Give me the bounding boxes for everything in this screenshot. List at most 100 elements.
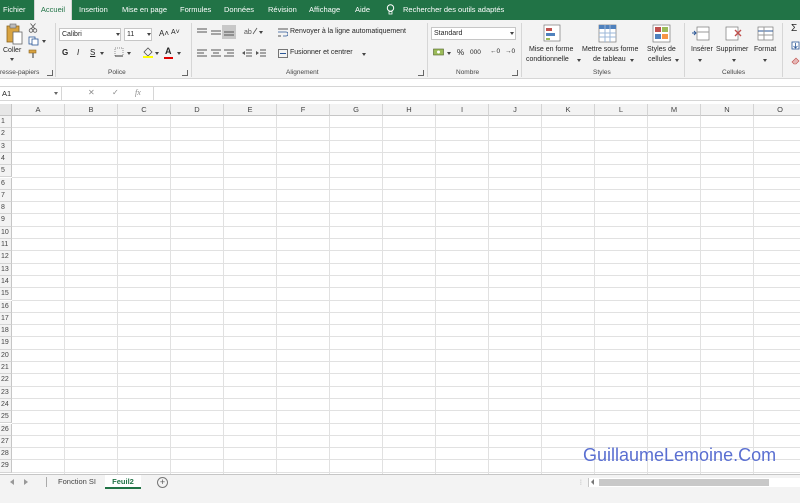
column-header-h[interactable]: H	[383, 104, 436, 116]
sheet-next-icon[interactable]	[24, 479, 28, 485]
format-cells-icon[interactable]	[756, 24, 776, 44]
scroll-left-icon[interactable]	[591, 479, 594, 485]
column-header-d[interactable]: D	[171, 104, 224, 116]
cell-styles-icon[interactable]	[652, 24, 672, 44]
row-header-5[interactable]: 5	[0, 165, 12, 178]
row-header-27[interactable]: 27	[0, 435, 12, 449]
row-header-3[interactable]: 3	[0, 140, 12, 153]
insert-cells-button[interactable]: Insérer	[691, 46, 713, 53]
row-header-10[interactable]: 10	[0, 226, 12, 239]
italic-button[interactable]: I	[77, 48, 79, 57]
paste-icon[interactable]	[5, 23, 23, 45]
copy-dropdown-icon[interactable]	[42, 40, 46, 43]
column-header-a[interactable]: A	[12, 104, 65, 116]
align-center-icon[interactable]	[211, 49, 221, 57]
cell-styles-line1[interactable]: Styles de	[647, 46, 676, 53]
row-header-26[interactable]: 26	[0, 423, 12, 436]
horizontal-scrollbar[interactable]	[588, 478, 800, 487]
row-header-21[interactable]: 21	[0, 362, 12, 375]
decrease-decimal-icon[interactable]: →0	[505, 48, 515, 55]
row-header-9[interactable]: 9	[0, 214, 12, 227]
fill-color-icon[interactable]	[142, 46, 154, 58]
insert-cells-dropdown-icon[interactable]	[698, 59, 702, 62]
cell-styles-dropdown-icon[interactable]	[675, 59, 679, 62]
tab-formules[interactable]: Formules	[180, 0, 211, 20]
conditional-formatting-icon[interactable]	[543, 24, 563, 44]
row-header-2[interactable]: 2	[0, 128, 12, 141]
fill-color-dropdown-icon[interactable]	[155, 52, 159, 55]
row-header-14[interactable]: 14	[0, 275, 12, 289]
accounting-dropdown-icon[interactable]	[447, 52, 451, 55]
insert-cells-icon[interactable]	[691, 24, 711, 44]
font-color-dropdown-icon[interactable]	[177, 52, 181, 55]
merge-center-button[interactable]: Fusionner et centrer	[290, 49, 353, 56]
column-header-b[interactable]: B	[65, 104, 118, 116]
insert-function-icon[interactable]: fx	[135, 88, 141, 97]
name-box-dropdown-icon[interactable]	[54, 92, 58, 95]
underline-dropdown-icon[interactable]	[100, 52, 104, 55]
paste-dropdown-icon[interactable]	[10, 58, 14, 61]
align-bottom-icon[interactable]	[224, 28, 234, 36]
row-header-16[interactable]: 16	[0, 300, 12, 313]
row-header-24[interactable]: 24	[0, 398, 12, 412]
font-launcher-icon[interactable]	[182, 70, 188, 76]
merge-center-dropdown-icon[interactable]	[362, 53, 366, 56]
delete-cells-icon[interactable]	[724, 24, 744, 44]
wrap-text-button[interactable]: Renvoyer à la ligne automatiquement	[290, 28, 406, 35]
number-launcher-icon[interactable]	[512, 70, 518, 76]
merge-center-icon[interactable]	[278, 49, 288, 58]
column-header-i[interactable]: I	[436, 104, 489, 116]
row-header-19[interactable]: 19	[0, 337, 12, 350]
align-top-icon[interactable]	[197, 28, 207, 36]
column-header-n[interactable]: N	[701, 104, 754, 116]
row-header-23[interactable]: 23	[0, 386, 12, 399]
font-name-dropdown-icon[interactable]	[116, 33, 120, 36]
row-header-12[interactable]: 12	[0, 251, 12, 264]
accounting-format-icon[interactable]	[433, 47, 445, 57]
row-header-22[interactable]: 22	[0, 374, 12, 387]
row-header-18[interactable]: 18	[0, 325, 12, 338]
format-as-table-icon[interactable]	[598, 24, 618, 44]
orientation-dropdown-icon[interactable]	[259, 31, 263, 34]
tab-aide[interactable]: Aide	[355, 0, 370, 20]
add-sheet-icon[interactable]: +	[157, 477, 168, 488]
column-header-o[interactable]: O	[754, 104, 800, 116]
row-header-15[interactable]: 15	[0, 288, 12, 301]
format-painter-icon[interactable]	[28, 49, 38, 59]
row-header-17[interactable]: 17	[0, 312, 12, 326]
sheet-prev-icon[interactable]	[10, 479, 14, 485]
cell-styles-line2[interactable]: cellules	[648, 56, 671, 63]
column-header-m[interactable]: M	[648, 104, 701, 116]
row-header-4[interactable]: 4	[0, 152, 12, 166]
paste-button[interactable]: Coller	[3, 47, 21, 54]
tab-donnees[interactable]: Données	[224, 0, 254, 20]
font-size-dropdown-icon[interactable]	[147, 33, 151, 36]
tab-revision[interactable]: Révision	[268, 0, 297, 20]
fill-icon[interactable]	[791, 41, 800, 50]
increase-indent-icon[interactable]	[256, 49, 266, 57]
horizontal-scroll-thumb[interactable]	[599, 479, 769, 486]
format-as-table-dropdown-icon[interactable]	[630, 59, 634, 62]
decrease-indent-icon[interactable]	[242, 49, 252, 57]
column-header-f[interactable]: F	[277, 104, 330, 116]
format-cells-button[interactable]: Format	[754, 46, 776, 53]
sheet-tab-feuil2[interactable]: Feuil2	[105, 475, 141, 489]
format-as-table-line2[interactable]: de tableau	[593, 56, 626, 63]
cut-icon[interactable]	[28, 23, 38, 33]
number-format-dropdown-icon[interactable]	[510, 32, 514, 35]
decrease-font-icon[interactable]: A˅	[171, 29, 180, 36]
font-name-select[interactable]: Calibri	[59, 28, 121, 41]
font-color-icon[interactable]: A	[165, 46, 172, 56]
tab-mise-en-page[interactable]: Mise en page	[122, 0, 167, 20]
row-header-13[interactable]: 13	[0, 263, 12, 276]
tab-affichage[interactable]: Affichage	[309, 0, 340, 20]
underline-button[interactable]: S	[90, 48, 95, 57]
row-header-29[interactable]: 29	[0, 460, 12, 473]
column-header-l[interactable]: L	[595, 104, 648, 116]
align-left-icon[interactable]	[197, 49, 207, 57]
enter-icon[interactable]: ✓	[112, 88, 119, 97]
row-header-11[interactable]: 11	[0, 239, 12, 252]
name-box[interactable]: A1	[0, 87, 62, 100]
tab-fichier[interactable]: Fichier	[3, 0, 26, 20]
clipboard-launcher-icon[interactable]	[47, 70, 53, 76]
